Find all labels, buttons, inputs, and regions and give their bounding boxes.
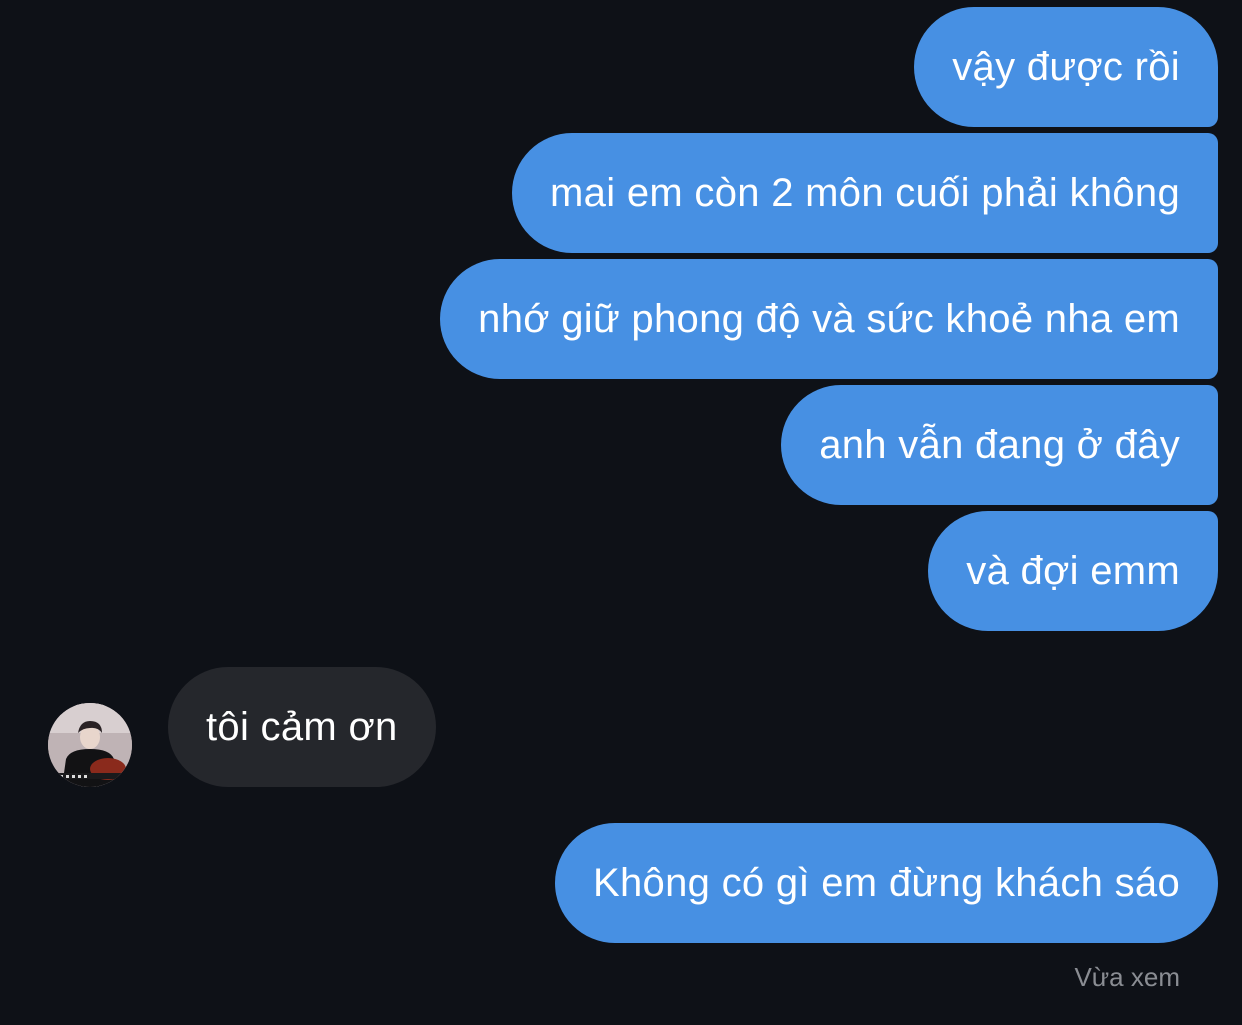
- avatar-photo-icon: [48, 703, 132, 787]
- contact-avatar[interactable]: [48, 703, 132, 787]
- message-text: vậy được rồi: [952, 44, 1180, 89]
- message-text: anh vẫn đang ở đây: [819, 422, 1180, 467]
- message-text: tôi cảm ơn: [206, 704, 398, 749]
- message-text: và đợi emm: [966, 548, 1180, 593]
- message-bubble-outgoing[interactable]: vậy được rồi: [914, 7, 1218, 127]
- message-bubble-outgoing[interactable]: và đợi emm: [928, 511, 1218, 631]
- message-text: mai em còn 2 môn cuối phải không: [550, 170, 1180, 215]
- message-text: nhớ giữ phong độ và sức khoẻ nha em: [478, 296, 1180, 341]
- message-bubble-outgoing[interactable]: mai em còn 2 môn cuối phải không: [512, 133, 1218, 253]
- message-bubble-outgoing[interactable]: Không có gì em đừng khách sáo: [555, 823, 1218, 943]
- chat-thread: vậy được rồi mai em còn 2 môn cuối phải …: [0, 0, 1242, 1025]
- message-bubble-outgoing[interactable]: anh vẫn đang ở đây: [781, 385, 1218, 505]
- message-bubble-outgoing[interactable]: nhớ giữ phong độ và sức khoẻ nha em: [440, 259, 1218, 379]
- message-text: Không có gì em đừng khách sáo: [593, 860, 1180, 905]
- seen-status: Vừa xem: [1074, 962, 1180, 992]
- message-bubble-incoming[interactable]: tôi cảm ơn: [168, 667, 436, 787]
